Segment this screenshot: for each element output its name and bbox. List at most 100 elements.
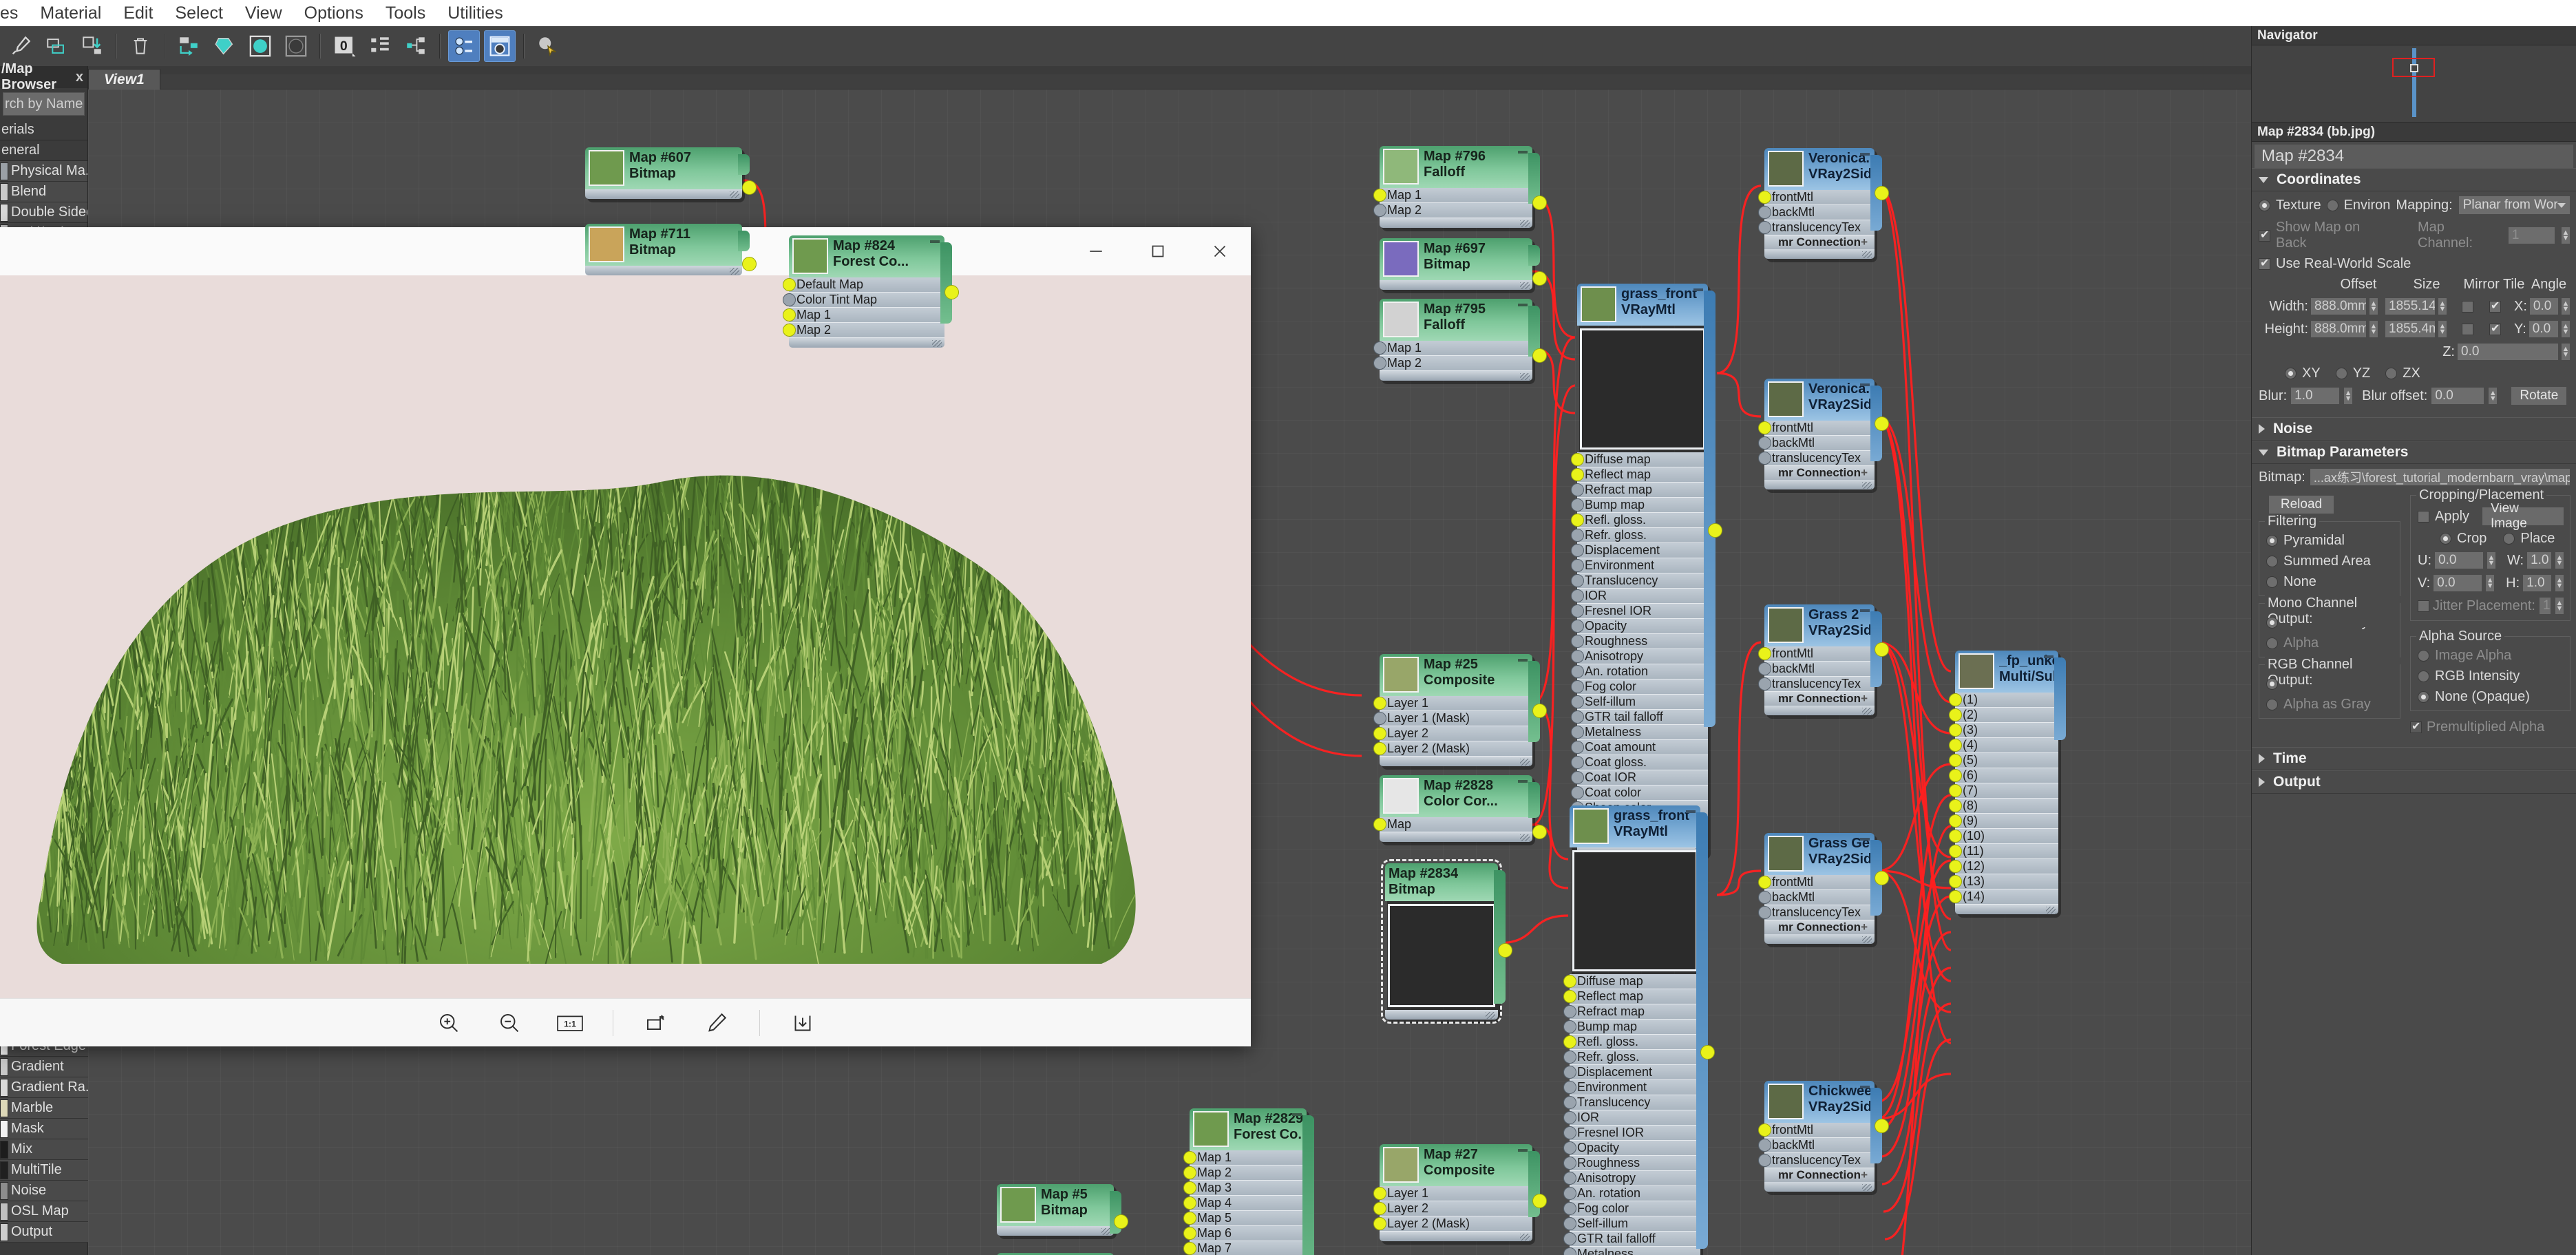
socket-port-icon[interactable] — [1758, 452, 1771, 465]
socket-port-icon[interactable] — [1949, 830, 1962, 843]
node-socket-row[interactable]: Refract map — [1571, 483, 1708, 498]
socket-port-icon[interactable] — [1571, 529, 1584, 542]
close-icon[interactable]: x — [76, 70, 87, 85]
show-end-result-icon[interactable] — [280, 30, 312, 62]
height-size-field[interactable]: 1855.4m — [2385, 320, 2436, 338]
node-map2828[interactable]: Map #2828 Color Cor... Map — [1373, 775, 1547, 845]
node-socket-row[interactable]: Diffuse map — [1571, 452, 1708, 467]
node-socket-row[interactable]: Reflect map — [1571, 467, 1708, 483]
socket-port-icon[interactable] — [1373, 341, 1386, 355]
node-socket-row[interactable]: (13) — [1949, 874, 2058, 889]
resize-handle[interactable] — [1862, 251, 1872, 258]
bitmap-path-field[interactable]: ...ax练习\forest_tutorial_modernbarn_vray\… — [2309, 468, 2570, 486]
socket-port-icon[interactable] — [1758, 191, 1771, 204]
socket-port-icon[interactable] — [1758, 1154, 1771, 1167]
resize-handle[interactable] — [1486, 1011, 1495, 1019]
edit-icon[interactable] — [699, 1005, 735, 1041]
socket-port-icon[interactable] — [1758, 677, 1771, 690]
collapse-icon[interactable] — [1860, 838, 1870, 841]
minimize-icon[interactable] — [1065, 227, 1127, 275]
show-shaded-material-icon[interactable] — [209, 30, 240, 62]
socket-port-icon[interactable] — [1373, 357, 1386, 370]
node-socket-row[interactable]: Diffuse map — [1563, 974, 1700, 989]
output-port-icon[interactable] — [742, 180, 757, 195]
crop-v-spinner[interactable]: ▲ ▼ — [2485, 574, 2495, 592]
node-socket-row[interactable]: Layer 1 — [1373, 1186, 1532, 1201]
output-port-icon[interactable] — [1875, 1119, 1889, 1133]
node-veronica1[interactable]: Veronica...VRay2Sid ...frontMtlbackMtltr… — [1758, 148, 1889, 262]
socket-port-icon[interactable] — [1571, 574, 1584, 587]
socket-port-icon[interactable] — [1183, 1212, 1196, 1225]
resize-handle[interactable] — [2046, 907, 2056, 914]
node-grass2[interactable]: Grass 2VRay2Sid ...frontMtl backMtl transl… — [1758, 604, 1889, 719]
node-map25[interactable]: Map #25 Composite Layer 1 Layer 1 (Mask) Lay… — [1373, 654, 1547, 770]
map-browser-item-b-2[interactable]: Gradient — [0, 1057, 88, 1077]
node-socket-row[interactable]: (11) — [1949, 844, 2058, 859]
node-fp_unke[interactable]: _fp_unke...Multi/Sub-...(1)(2)(3)(4)(5)(… — [1949, 651, 2066, 918]
height-offset-field[interactable]: 888.0mm — [2310, 320, 2367, 338]
output-port-icon[interactable] — [1114, 1214, 1128, 1229]
socket-port-icon[interactable] — [1563, 1081, 1576, 1094]
coordinates-rollout-header[interactable]: Coordinates — [2252, 168, 2576, 191]
node-socket-row[interactable]: Layer 1 (Mask) — [1373, 711, 1532, 726]
blur-offset-field[interactable]: 0.0 — [2431, 387, 2485, 405]
node-socket-row[interactable]: translucencyTex — [1758, 220, 1875, 235]
socket-port-icon[interactable] — [1571, 514, 1584, 527]
menu-item-edit[interactable]: Edit — [112, 3, 164, 23]
node-header[interactable]: Grass Ge...VRay2Sid ... — [1764, 833, 1875, 875]
node-socket-row[interactable]: Map 6 — [1183, 1226, 1307, 1241]
node-socket-row[interactable]: Default Map — [783, 277, 944, 293]
map-browser-item-b-10[interactable]: Output — [0, 1222, 88, 1243]
output-port-icon[interactable] — [1875, 416, 1889, 431]
move-children-icon[interactable] — [173, 30, 204, 62]
node-socket-row[interactable]: Fresnel IOR — [1563, 1126, 1700, 1141]
socket-port-icon[interactable] — [1758, 221, 1771, 234]
node-socket-row[interactable]: Refr. gloss. — [1571, 528, 1708, 543]
collapse-icon[interactable] — [1693, 288, 1703, 291]
node-header[interactable]: Map #607 Bitmap — [585, 147, 742, 189]
image-viewer-canvas[interactable] — [0, 275, 1251, 998]
resize-handle[interactable] — [730, 191, 739, 198]
map-browser-item-2[interactable]: Double Sided — [0, 202, 87, 223]
resize-handle[interactable] — [1862, 482, 1872, 489]
output-port-icon[interactable] — [1532, 348, 1547, 363]
menu-item-view[interactable]: View — [234, 3, 293, 23]
node-socket-row[interactable]: Map — [1373, 817, 1532, 832]
node-header[interactable]: Map #5 Bitmap — [997, 1184, 1114, 1226]
node-socket-row[interactable]: (6) — [1949, 768, 2058, 783]
crop-u-field[interactable]: 0.0 — [2434, 551, 2484, 569]
resize-handle[interactable] — [1520, 834, 1530, 841]
socket-port-icon[interactable] — [1571, 498, 1584, 512]
node-socket-row[interactable]: IOR — [1571, 589, 1708, 604]
node-header[interactable]: Map #824 Forest Co... — [789, 235, 944, 277]
collapse-icon[interactable] — [1518, 659, 1528, 662]
node-socket-row[interactable]: Refl. gloss. — [1571, 513, 1708, 528]
blur-spinner[interactable]: ▲ ▼ — [2343, 387, 2354, 405]
height-tile-checkbox[interactable] — [2489, 321, 2501, 335]
socket-port-icon[interactable] — [1563, 1126, 1576, 1139]
rotate-button[interactable]: Rotate — [2511, 386, 2568, 405]
node-socket-row[interactable]: GTR tail falloff — [1571, 710, 1708, 725]
node-header[interactable]: Map #711 Bitmap — [585, 224, 742, 266]
resize-handle[interactable] — [1520, 1234, 1530, 1241]
node-socket-row[interactable]: Color Tint Map — [783, 293, 944, 308]
width-offset-field[interactable]: 888.0mm — [2310, 297, 2367, 315]
jitter-placement-checkbox[interactable] — [2418, 600, 2429, 612]
width-size-spinner[interactable]: ▲ ▼ — [2438, 297, 2447, 315]
node-socket-row[interactable]: Map 7 — [1183, 1241, 1307, 1255]
socket-port-icon[interactable] — [1563, 1187, 1576, 1200]
node-socket-row[interactable]: Coat IOR — [1571, 770, 1708, 785]
socket-port-icon[interactable] — [1563, 1035, 1576, 1048]
socket-port-icon[interactable] — [1758, 906, 1771, 919]
angle-x-field[interactable]: 0.0 — [2529, 297, 2559, 315]
node-header[interactable]: grass_front VRayMtl — [1570, 805, 1700, 847]
angle-z-field[interactable]: 0.0 — [2457, 343, 2559, 361]
socket-port-icon[interactable] — [1183, 1196, 1196, 1210]
map-browser-item-1[interactable]: Blend — [0, 182, 87, 202]
crop-w-spinner[interactable]: ▲ ▼ — [2555, 551, 2564, 569]
node-socket-row[interactable]: Map 1 — [1373, 341, 1532, 356]
use-real-world-scale-checkbox[interactable] — [2259, 256, 2270, 270]
socket-port-icon[interactable] — [1563, 1217, 1576, 1230]
blur-field[interactable]: 1.0 — [2290, 387, 2341, 405]
socket-port-icon[interactable] — [1571, 483, 1584, 496]
